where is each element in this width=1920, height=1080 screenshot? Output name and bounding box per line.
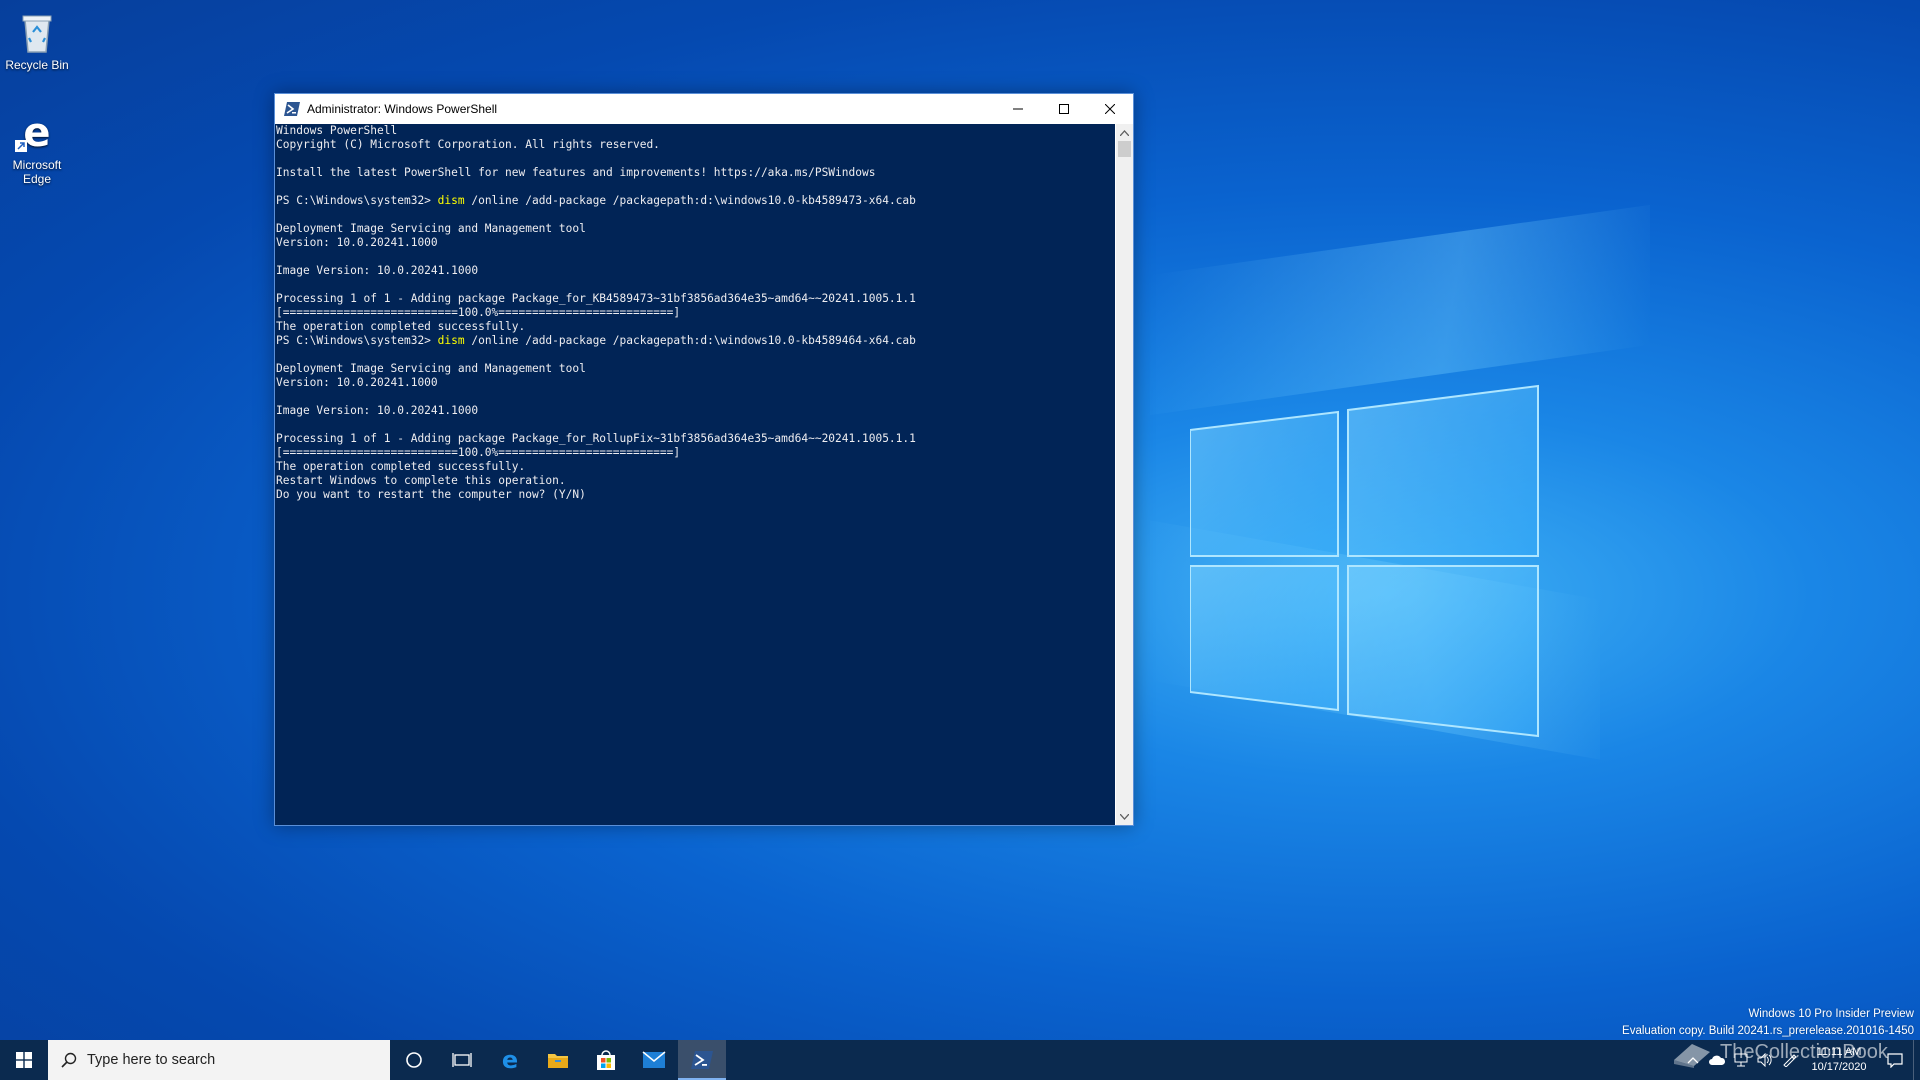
maximize-button[interactable] <box>1041 94 1087 124</box>
taskbar-mail-button[interactable] <box>630 1040 678 1080</box>
cortana-button[interactable] <box>390 1040 438 1080</box>
search-placeholder: Type here to search <box>87 1052 216 1068</box>
task-view-icon <box>452 1053 472 1067</box>
console-command-args: /online /add-package /packagepath:d:\win… <box>464 334 916 347</box>
edge-label-line2: Edge <box>22 172 52 186</box>
scroll-up-button[interactable] <box>1116 124 1133 141</box>
console-line: Image Version: 10.0.20241.1000 <box>276 264 479 277</box>
edge-label-line1: Microsoft <box>12 158 62 172</box>
recycle-bin-icon <box>13 8 61 56</box>
vertical-scrollbar[interactable] <box>1116 124 1133 825</box>
minimize-button[interactable] <box>995 94 1041 124</box>
chevron-up-icon <box>1120 129 1129 136</box>
console-line: Deployment Image Servicing and Managemen… <box>276 222 586 235</box>
console-line: Deployment Image Servicing and Managemen… <box>276 362 586 375</box>
desktop-icon-recycle-bin[interactable]: Recycle Bin <box>2 8 72 72</box>
powershell-icon <box>691 1051 713 1069</box>
console-command: dism <box>437 334 465 347</box>
mail-icon <box>642 1051 666 1068</box>
maximize-icon <box>1059 104 1069 114</box>
close-button[interactable] <box>1087 94 1133 124</box>
task-view-button[interactable] <box>438 1040 486 1080</box>
console-line: [==========================100.0%=======… <box>276 446 681 459</box>
collection-book-overlay: TheCollectionBook <box>1670 1030 1920 1075</box>
taskbar-edge-button[interactable]: e <box>486 1040 534 1080</box>
console-line: Processing 1 of 1 - Adding package Packa… <box>276 432 916 445</box>
desktop-icon-microsoft-edge[interactable]: e Microsoft Edge <box>2 108 72 186</box>
recycle-bin-label: Recycle Bin <box>5 58 69 72</box>
cortana-icon <box>406 1052 422 1068</box>
scrollbar-thumb[interactable] <box>1118 141 1131 157</box>
minimize-icon <box>1013 108 1023 110</box>
console-command-line: PS C:\Windows\system32> dism /online /ad… <box>276 194 1115 208</box>
console-prompt: PS C:\Windows\system32> <box>276 194 438 207</box>
console-output[interactable]: Windows PowerShell Copyright (C) Microsof… <box>275 124 1115 825</box>
windows-logo-wallpaper <box>1190 384 1539 738</box>
taskbar-file-explorer-button[interactable] <box>534 1040 582 1080</box>
console-line: Image Version: 10.0.20241.1000 <box>276 404 479 417</box>
window-titlebar[interactable]: Administrator: Windows PowerShell <box>275 94 1133 124</box>
window-title: Administrator: Windows PowerShell <box>307 102 498 116</box>
taskbar: Type here to search e 11:11 AM 10/17/202… <box>0 1040 1920 1080</box>
search-icon <box>61 1052 77 1068</box>
edge-icon: e <box>502 1048 518 1072</box>
store-icon <box>597 1050 615 1070</box>
console-line: The operation completed successfully. <box>276 460 526 473</box>
console-command-args: /online /add-package /packagepath:d:\win… <box>464 194 916 207</box>
edge-icon: e <box>13 108 61 156</box>
console-line: Do you want to restart the computer now?… <box>276 488 586 501</box>
console-command-line: PS C:\Windows\system32> dism /online /ad… <box>276 334 1115 348</box>
console-command: dism <box>437 194 465 207</box>
taskbar-powershell-button[interactable] <box>678 1040 726 1080</box>
start-button[interactable] <box>0 1040 48 1080</box>
taskbar-search-box[interactable]: Type here to search <box>48 1040 390 1080</box>
console-line: Processing 1 of 1 - Adding package Packa… <box>276 292 916 305</box>
book-logo-icon <box>1674 1043 1710 1068</box>
console-line: Install the latest PowerShell for new fe… <box>276 166 876 179</box>
console-line: The operation completed successfully. <box>276 320 526 333</box>
console-line: Restart Windows to complete this operati… <box>276 474 566 487</box>
powershell-window[interactable]: Administrator: Windows PowerShell Window… <box>274 93 1134 826</box>
file-explorer-icon <box>548 1054 568 1068</box>
powershell-icon <box>284 102 300 116</box>
scroll-down-button[interactable] <box>1116 808 1133 825</box>
chevron-down-icon <box>1120 813 1129 820</box>
close-icon <box>1105 104 1115 114</box>
watermark-line1: Windows 10 Pro Insider Preview <box>1748 1008 1914 1020</box>
console-text: Windows PowerShell Copyright (C) Microsof… <box>275 124 1115 502</box>
console-line: Version: 10.0.20241.1000 <box>276 376 438 389</box>
console-line: Version: 10.0.20241.1000 <box>276 236 438 249</box>
taskbar-store-button[interactable] <box>582 1040 630 1080</box>
svg-text:e: e <box>502 1048 518 1072</box>
overlay-brand-text: TheCollectionBook <box>1720 1041 1888 1063</box>
console-line: Windows PowerShell <box>276 124 398 137</box>
console-line: [==========================100.0%=======… <box>276 306 681 319</box>
console-prompt: PS C:\Windows\system32> <box>276 334 438 347</box>
console-line: Copyright (C) Microsoft Corporation. All… <box>276 138 660 151</box>
svg-text:e: e <box>23 110 50 156</box>
windows-start-icon <box>16 1052 32 1068</box>
